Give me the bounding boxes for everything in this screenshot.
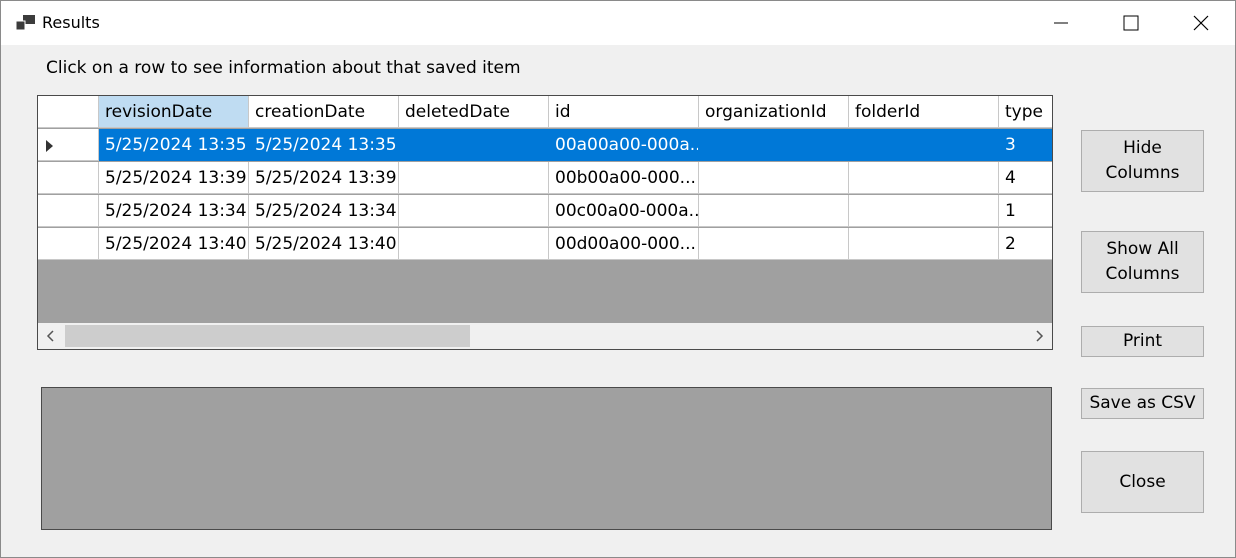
- grid-cell[interactable]: [849, 195, 999, 227]
- grid-cell[interactable]: 00a00a00-000a...: [549, 129, 699, 161]
- grid-corner-cell[interactable]: [38, 96, 99, 128]
- table-row[interactable]: 5/25/2024 13:39 5/25/2024 13:39 00b00a00-0…: [38, 162, 1052, 195]
- column-header[interactable]: revisionDate: [99, 96, 249, 128]
- grid-cell[interactable]: [399, 195, 549, 227]
- minimize-button[interactable]: [1026, 1, 1096, 45]
- grid-cell[interactable]: [399, 162, 549, 194]
- title-bar: Results: [1, 1, 1235, 45]
- table-row[interactable]: 5/25/2024 13:35 5/25/2024 13:35 00a00a00-0…: [38, 129, 1052, 162]
- grid-cell[interactable]: 4: [999, 162, 1052, 194]
- grid-cell[interactable]: [699, 129, 849, 161]
- grid-cell[interactable]: [849, 162, 999, 194]
- grid-cell[interactable]: 5/25/2024 13:35: [99, 129, 249, 161]
- close-button[interactable]: Close: [1081, 451, 1204, 513]
- column-header[interactable]: organizationId: [699, 96, 849, 128]
- grid-cell[interactable]: 00d00a00-000...: [549, 228, 699, 260]
- column-header[interactable]: type: [999, 96, 1052, 128]
- grid-cell[interactable]: [399, 228, 549, 260]
- row-header[interactable]: [38, 195, 99, 227]
- grid-cell[interactable]: 00b00a00-000...: [549, 162, 699, 194]
- show-all-columns-button[interactable]: Show All Columns: [1081, 231, 1204, 293]
- grid-cell[interactable]: 5/25/2024 13:34: [99, 195, 249, 227]
- window-title: Results: [42, 13, 100, 32]
- row-header[interactable]: [38, 228, 99, 260]
- grid-cell[interactable]: 5/25/2024 13:40: [249, 228, 399, 260]
- grid-cell[interactable]: [699, 162, 849, 194]
- grid-cell[interactable]: [699, 195, 849, 227]
- table-row[interactable]: 5/25/2024 13:40 5/25/2024 13:40 00d00a00-0…: [38, 228, 1052, 261]
- grid-cell[interactable]: 2: [999, 228, 1052, 260]
- row-header[interactable]: [38, 162, 99, 194]
- grid-cell[interactable]: [699, 228, 849, 260]
- grid-cell[interactable]: 5/25/2024 13:39: [99, 162, 249, 194]
- grid-cell[interactable]: 5/25/2024 13:39: [249, 162, 399, 194]
- table-row[interactable]: 5/25/2024 13:34 5/25/2024 13:34 00c00a00-0…: [38, 195, 1052, 228]
- scrollbar-thumb[interactable]: [65, 325, 470, 347]
- row-selector-icon: [46, 140, 53, 152]
- scroll-left-icon[interactable]: [38, 323, 64, 349]
- print-button[interactable]: Print: [1081, 326, 1204, 357]
- grid-header-row: revisionDate creationDate deletedDate id org…: [38, 96, 1052, 129]
- maximize-button[interactable]: [1096, 1, 1166, 45]
- save-csv-button[interactable]: Save as CSV: [1081, 388, 1204, 419]
- scroll-right-icon[interactable]: [1026, 323, 1052, 349]
- column-header[interactable]: id: [549, 96, 699, 128]
- row-header[interactable]: [38, 129, 99, 161]
- grid-cell[interactable]: 3: [999, 129, 1052, 161]
- grid-cell[interactable]: 1: [999, 195, 1052, 227]
- close-window-button[interactable]: [1166, 1, 1236, 45]
- hide-columns-button[interactable]: Hide Columns: [1081, 130, 1204, 192]
- grid-cell[interactable]: [849, 129, 999, 161]
- grid-cell[interactable]: 5/25/2024 13:34: [249, 195, 399, 227]
- horizontal-scrollbar[interactable]: [38, 323, 1052, 349]
- column-header[interactable]: deletedDate: [399, 96, 549, 128]
- item-detail-panel: [41, 387, 1052, 530]
- column-header[interactable]: creationDate: [249, 96, 399, 128]
- grid-cell[interactable]: 00c00a00-000a...: [549, 195, 699, 227]
- grid-cell[interactable]: 5/25/2024 13:40: [99, 228, 249, 260]
- app-icon: [16, 15, 35, 31]
- column-header[interactable]: folderId: [849, 96, 999, 128]
- instructions-label: Click on a row to see information about …: [46, 58, 521, 78]
- grid-cell[interactable]: [399, 129, 549, 161]
- grid-cell[interactable]: 5/25/2024 13:35: [249, 129, 399, 161]
- results-grid[interactable]: revisionDate creationDate deletedDate id org…: [37, 95, 1053, 350]
- results-window: Results Click on a row to see informatio…: [0, 0, 1236, 558]
- grid-cell[interactable]: [849, 228, 999, 260]
